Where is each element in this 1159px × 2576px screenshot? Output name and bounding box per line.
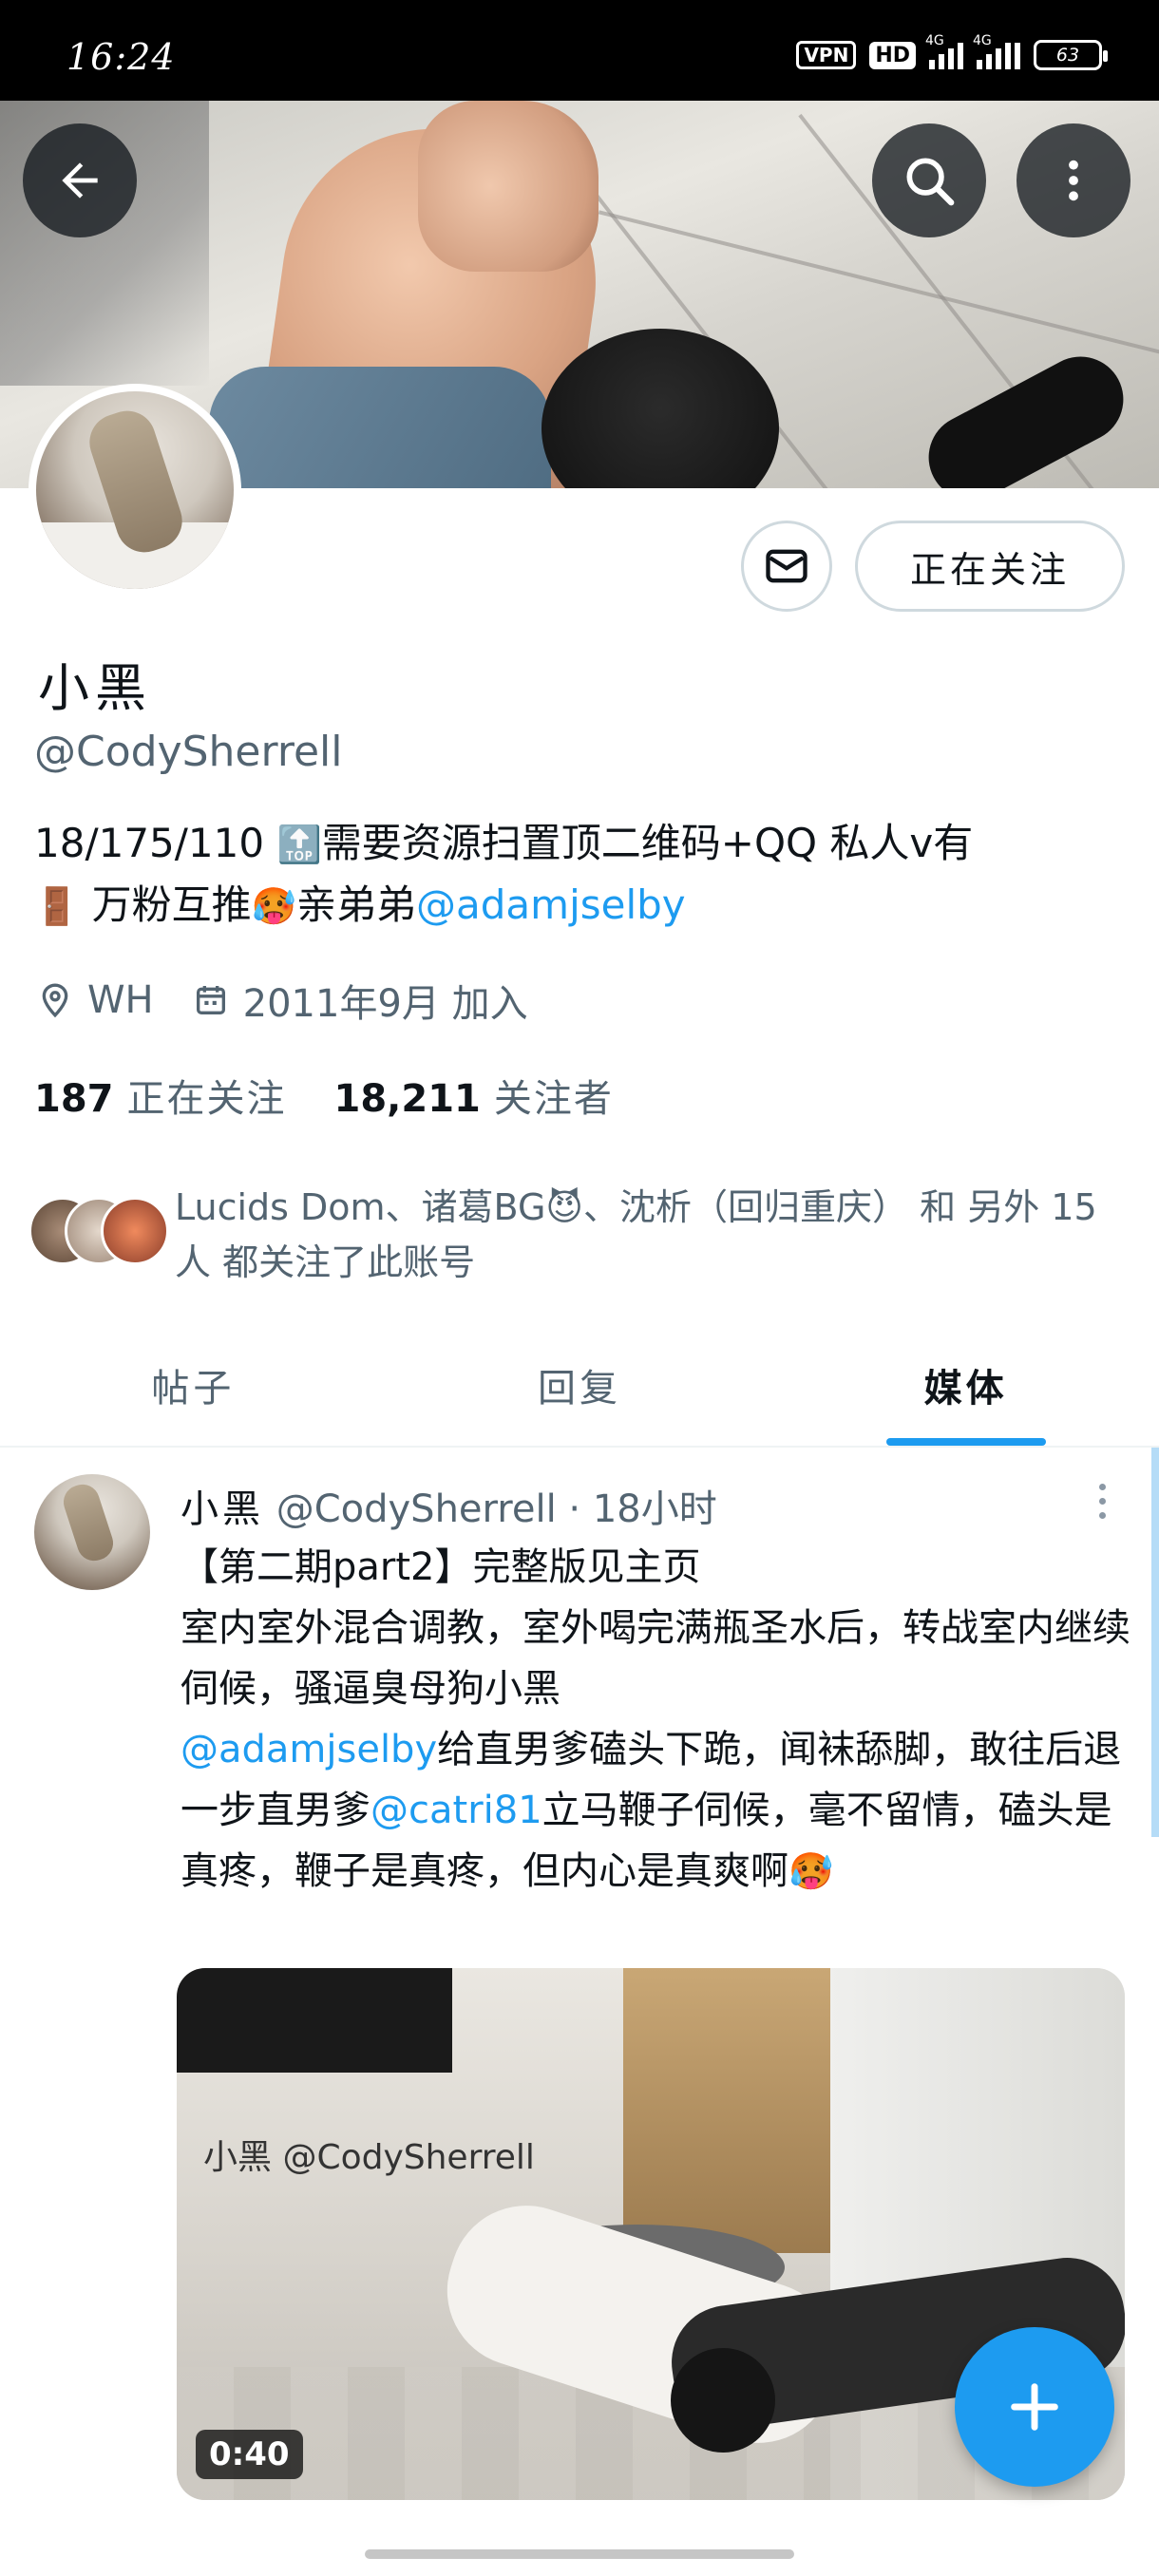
- profile-stats: 187 正在关注 18,211 关注者: [34, 1068, 614, 1123]
- profile-tabs: 帖子 回复 媒体: [0, 1330, 1159, 1448]
- tab-media[interactable]: 媒体: [772, 1330, 1159, 1446]
- more-options-button[interactable]: [1016, 123, 1130, 237]
- door-emoji: 🚪: [34, 885, 80, 927]
- vpn-badge: VPN: [796, 41, 857, 69]
- calendar-icon: [196, 986, 225, 1014]
- joined-date: 2011年9月 加入: [242, 982, 528, 1026]
- following-button[interactable]: 正在关注: [855, 521, 1125, 612]
- status-time: 16:24: [66, 36, 176, 78]
- profile-meta: WH 2011年9月 加入: [36, 973, 528, 1028]
- post-header: 小黑 @CodySherrell · 18小时: [180, 1478, 717, 1533]
- post-author-name: 小黑: [180, 1487, 264, 1531]
- display-name: 小黑: [38, 658, 152, 718]
- tab-posts[interactable]: 帖子: [0, 1330, 387, 1446]
- signal-icon-2: 4G: [973, 33, 1020, 69]
- hot-face-emoji: 🥵: [251, 885, 297, 927]
- post-more-button[interactable]: [1092, 1484, 1112, 1519]
- following-count[interactable]: 187: [34, 1077, 114, 1121]
- envelope-icon: [766, 549, 808, 583]
- location-pin-icon: [42, 983, 68, 1018]
- following-label[interactable]: 正在关注: [127, 1068, 287, 1123]
- message-button[interactable]: [741, 521, 832, 612]
- post-mention-1[interactable]: @adamjselby: [180, 1728, 437, 1771]
- home-indicator[interactable]: [365, 2549, 794, 2559]
- plus-icon: [1011, 2383, 1058, 2431]
- profile-avatar[interactable]: [28, 384, 241, 597]
- post-author-handle: @CodySherrell: [276, 1487, 557, 1531]
- video-duration: 0:40: [196, 2430, 303, 2479]
- post-time: · 18小时: [556, 1487, 717, 1531]
- location-text: WH: [87, 978, 154, 1022]
- search-icon: [906, 158, 955, 206]
- video-watermark: 小黑 @CodySherrell: [203, 2138, 535, 2177]
- followed-by-text: Lucids Dom、诸葛BG😈、沈析（回归重庆） 和 另外 15 人 都关注了…: [175, 1186, 1097, 1283]
- tab-replies[interactable]: 回复: [387, 1330, 773, 1446]
- post-text: 【第二期part2】完整版见主页 室内室外混合调教，室外喝完满瓶圣水后，转战室内…: [180, 1545, 1130, 1893]
- battery-icon: 63: [1034, 40, 1108, 70]
- follower-avatars: [28, 1197, 171, 1265]
- followers-label[interactable]: 关注者: [494, 1068, 614, 1123]
- search-button[interactable]: [872, 123, 986, 237]
- status-bar: 16:24 VPN HD 4G 4G 63: [0, 0, 1159, 101]
- more-vertical-icon: [1069, 160, 1078, 201]
- post-avatar[interactable]: [34, 1474, 150, 1590]
- profile-handle: @CodySherrell: [34, 728, 343, 776]
- followers-count[interactable]: 18,211: [334, 1077, 481, 1121]
- signal-icon: 4G: [925, 33, 963, 69]
- hd-badge: HD: [869, 41, 916, 69]
- scrollbar[interactable]: [1151, 1448, 1159, 1837]
- post-mention-2[interactable]: @catri81: [370, 1789, 542, 1832]
- status-icons: VPN HD 4G 4G 63: [796, 33, 1108, 70]
- bio-mention-link[interactable]: @adamjselby: [416, 881, 686, 928]
- arrow-left-icon: [62, 162, 98, 199]
- top-emoji: 🔝: [276, 824, 322, 865]
- back-button[interactable]: [23, 123, 137, 237]
- profile-bio: 18/175/110 🔝需要资源扫置顶二维码+QQ 私人v有 🚪 万粉互推🥵亲弟…: [34, 820, 974, 928]
- compose-button[interactable]: [955, 2327, 1114, 2487]
